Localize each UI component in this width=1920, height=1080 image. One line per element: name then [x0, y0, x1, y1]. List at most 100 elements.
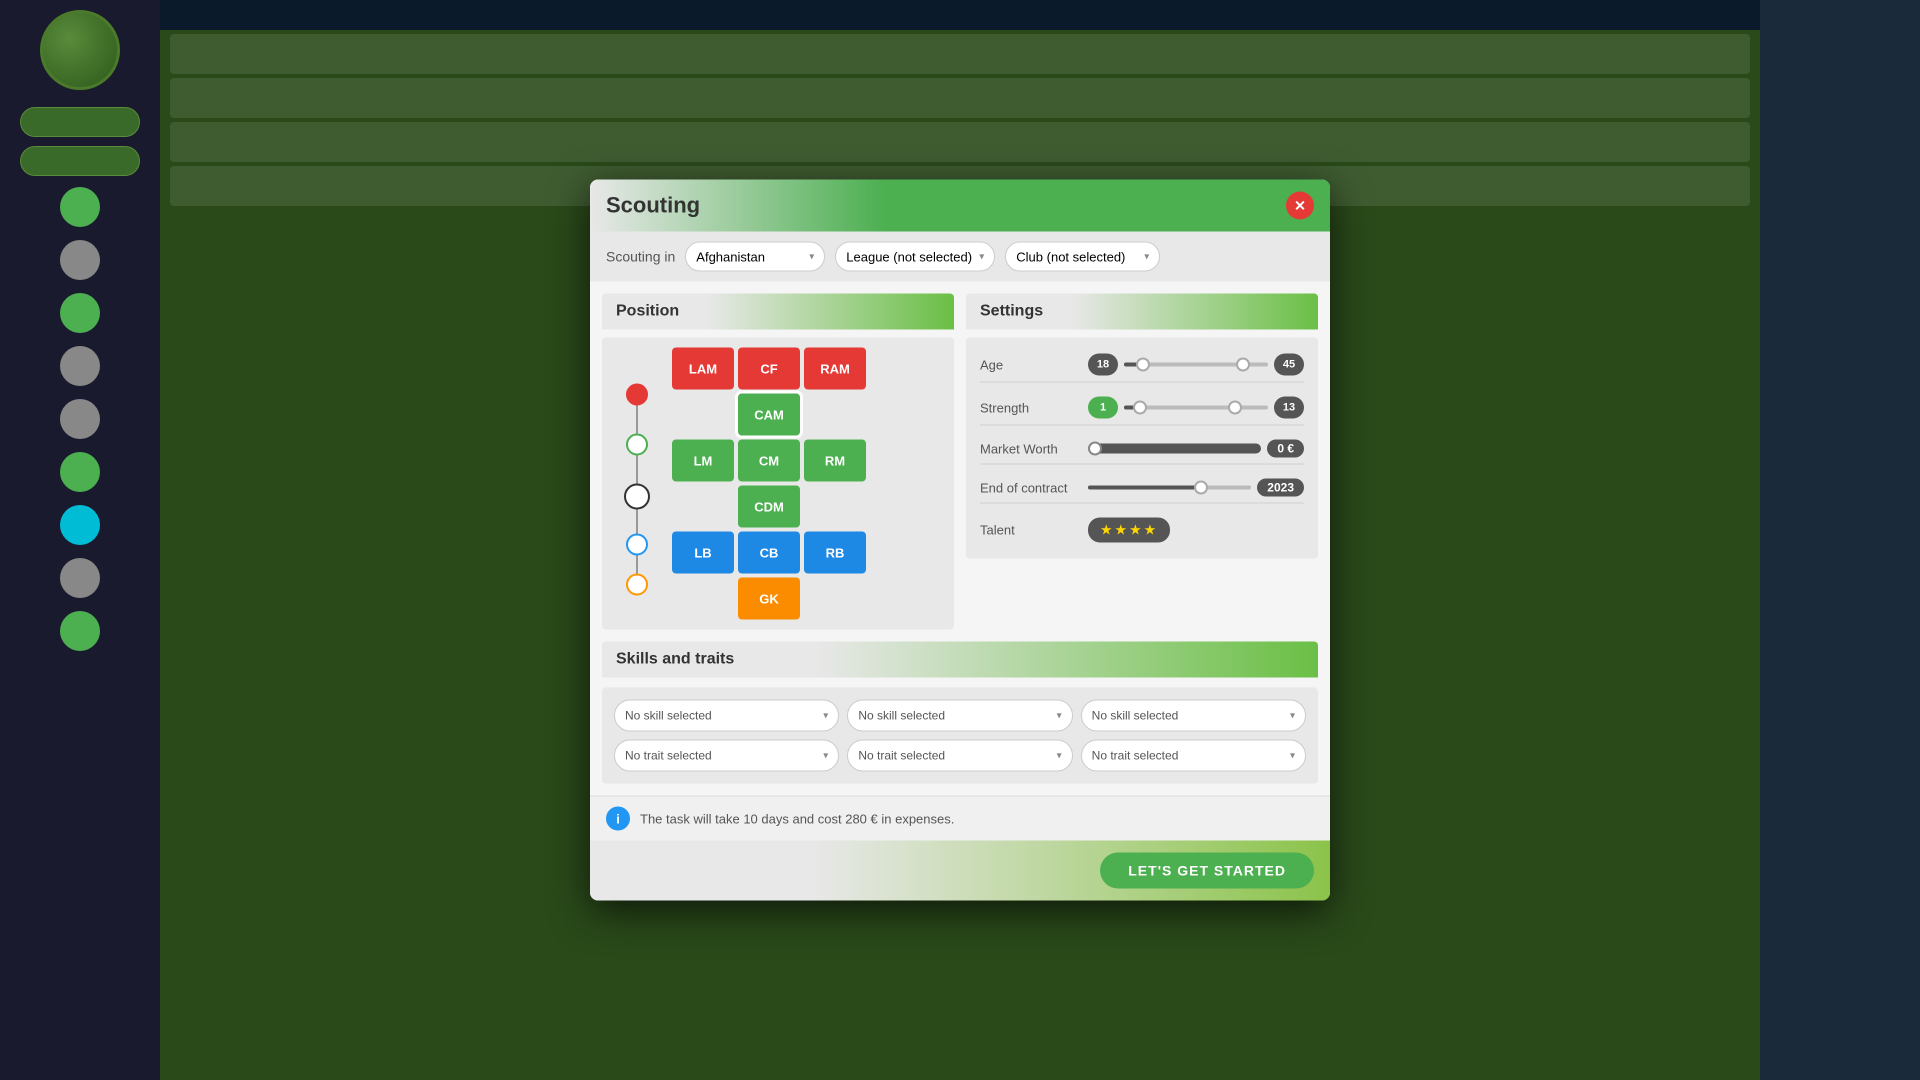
formation-dot-4[interactable] [626, 534, 648, 556]
sidebar-icon-1 [60, 187, 100, 227]
country-chevron-icon: ▾ [809, 251, 814, 262]
talent-row: Talent ★★★★ [980, 512, 1304, 549]
age-max-thumb[interactable] [1236, 358, 1250, 372]
talent-stars: ★★★★ [1088, 518, 1170, 543]
age-range-container: 18 45 [1088, 354, 1304, 376]
club-dropdown[interactable]: Club (not selected) ▾ [1005, 242, 1160, 272]
club-chevron-icon: ▾ [1144, 251, 1149, 262]
strength-range-track[interactable] [1124, 406, 1268, 410]
strength-max-thumb[interactable] [1228, 401, 1242, 415]
skill-dropdown-3[interactable]: No skill selected ▾ [1081, 700, 1306, 732]
country-value: Afghanistan [696, 249, 765, 264]
position-panel-header: Position [602, 294, 954, 330]
top-bar [160, 0, 1760, 30]
market-worth-thumb[interactable] [1088, 442, 1102, 456]
market-worth-track[interactable] [1088, 444, 1261, 454]
position-CF[interactable]: CF [738, 348, 800, 390]
market-worth-row: Market Worth 0 € [980, 434, 1304, 465]
start-button[interactable]: LET'S GET STARTED [1100, 853, 1314, 889]
manager-avatar [40, 10, 120, 90]
position-panel: Position LAM CF RAM [602, 294, 954, 630]
position-LM[interactable]: LM [672, 440, 734, 482]
skill-dropdown-1[interactable]: No skill selected ▾ [614, 700, 839, 732]
strength-range-container: 1 13 [1088, 397, 1304, 419]
trait-3-chevron-icon: ▾ [1290, 750, 1295, 761]
position-grid: LAM CF RAM CAM LM CM RM CDM LB [672, 348, 866, 620]
trait-2-chevron-icon: ▾ [1057, 750, 1062, 761]
formation-dot-2[interactable] [626, 434, 648, 456]
strength-label: Strength [980, 400, 1080, 415]
skill-3-label: No skill selected [1092, 709, 1179, 723]
position-LB[interactable]: LB [672, 532, 734, 574]
skill-col-3: No skill selected ▾ No trait selected ▾ [1081, 700, 1306, 772]
contract-thumb[interactable] [1194, 481, 1208, 495]
formation-dot-3[interactable] [624, 484, 650, 510]
position-CB[interactable]: CB [738, 532, 800, 574]
modal-title: Scouting [606, 193, 700, 219]
trait-1-label: No trait selected [625, 749, 712, 763]
skill-1-label: No skill selected [625, 709, 712, 723]
contract-range-container: 2023 [1088, 479, 1304, 497]
sidebar-icon-3 [60, 293, 100, 333]
strength-min-badge: 1 [1088, 397, 1118, 419]
sidebar-icon-8 [60, 558, 100, 598]
age-min-thumb[interactable] [1136, 358, 1150, 372]
strength-setting-row: Strength 1 13 [980, 391, 1304, 426]
age-range-track[interactable] [1124, 363, 1268, 367]
scouting-modal: Scouting ✕ Scouting in Afghanistan ▾ Lea… [590, 180, 1330, 901]
contract-track[interactable] [1088, 486, 1251, 490]
formation-dot-5[interactable] [626, 574, 648, 596]
club-value: Club (not selected) [1016, 249, 1125, 264]
market-worth-container: 0 € [1088, 440, 1304, 458]
modal-body: Position LAM CF RAM [590, 282, 1330, 642]
info-icon: i [606, 807, 630, 831]
market-worth-label: Market Worth [980, 441, 1080, 456]
formation-dot-top[interactable] [626, 384, 648, 406]
trait-dropdown-3[interactable]: No trait selected ▾ [1081, 740, 1306, 772]
league-dropdown[interactable]: League (not selected) ▾ [835, 242, 995, 272]
formation-diagram [612, 374, 662, 594]
settings-panel-header: Settings [966, 294, 1318, 330]
info-row: i The task will take 10 days and cost 28… [590, 796, 1330, 841]
skills-grid: No skill selected ▾ No trait selected ▾ … [602, 688, 1318, 784]
talent-stars-container[interactable]: ★★★★ [1088, 518, 1170, 543]
league-chevron-icon: ▾ [979, 251, 984, 262]
trait-3-label: No trait selected [1092, 749, 1179, 763]
sidebar-icon-9 [60, 611, 100, 651]
contract-value: 2023 [1257, 479, 1304, 497]
settings-content: Age 18 45 Strength 1 [966, 338, 1318, 559]
skill-dropdown-2[interactable]: No skill selected ▾ [847, 700, 1072, 732]
sidebar-icon-6 [60, 452, 100, 492]
scouting-in-label: Scouting in [606, 249, 675, 265]
position-CAM[interactable]: CAM [738, 394, 800, 436]
position-CDM[interactable]: CDM [738, 486, 800, 528]
strength-min-thumb[interactable] [1133, 401, 1147, 415]
country-dropdown[interactable]: Afghanistan ▾ [685, 242, 825, 272]
close-button[interactable]: ✕ [1286, 192, 1314, 220]
trait-dropdown-1[interactable]: No trait selected ▾ [614, 740, 839, 772]
skill-col-1: No skill selected ▾ No trait selected ▾ [614, 700, 839, 772]
scouting-in-row: Scouting in Afghanistan ▾ League (not se… [590, 232, 1330, 282]
position-GK[interactable]: GK [738, 578, 800, 620]
modal-footer: LET'S GET STARTED [590, 841, 1330, 901]
skill-3-chevron-icon: ▾ [1290, 710, 1295, 721]
sidebar-btn-2 [20, 146, 140, 176]
trait-dropdown-2[interactable]: No trait selected ▾ [847, 740, 1072, 772]
skill-1-chevron-icon: ▾ [823, 710, 828, 721]
age-setting-row: Age 18 45 [980, 348, 1304, 383]
strength-max-badge: 13 [1274, 397, 1304, 419]
sidebar-btn-1 [20, 107, 140, 137]
settings-title: Settings [980, 303, 1043, 321]
position-content: LAM CF RAM CAM LM CM RM CDM LB [602, 338, 954, 630]
position-CM[interactable]: CM [738, 440, 800, 482]
modal-header: Scouting ✕ [590, 180, 1330, 232]
age-label: Age [980, 357, 1080, 372]
position-title: Position [616, 303, 679, 321]
market-worth-value: 0 € [1267, 440, 1304, 458]
left-sidebar [0, 0, 160, 1080]
position-RM[interactable]: RM [804, 440, 866, 482]
position-RB[interactable]: RB [804, 532, 866, 574]
position-RAM[interactable]: RAM [804, 348, 866, 390]
position-LAM[interactable]: LAM [672, 348, 734, 390]
skills-title: Skills and traits [616, 651, 734, 669]
